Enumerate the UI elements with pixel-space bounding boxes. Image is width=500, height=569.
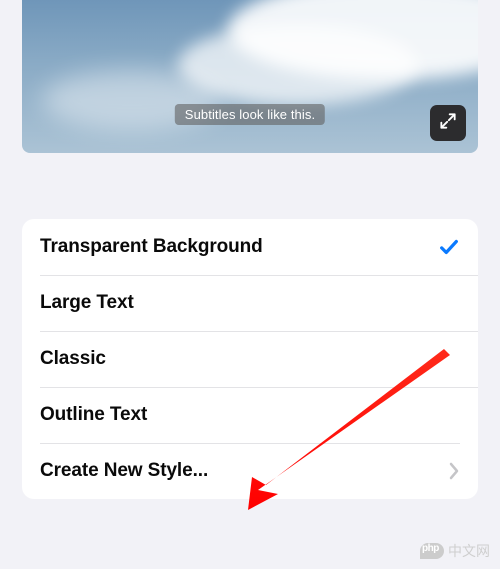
create-new-style-button[interactable]: Create New Style... <box>22 443 478 499</box>
style-option-label: Classic <box>40 348 106 370</box>
expand-icon <box>438 111 458 136</box>
watermark: 中文网 <box>420 541 490 561</box>
style-option-label: Outline Text <box>40 404 147 426</box>
style-option-classic[interactable]: Classic <box>22 331 478 387</box>
style-option-label: Transparent Background <box>40 236 263 258</box>
watermark-logo <box>420 543 444 559</box>
chevron-right-icon <box>448 462 460 480</box>
checkmark-icon <box>438 236 460 258</box>
style-option-label: Large Text <box>40 292 134 314</box>
subtitle-sample-text: Subtitles look like this. <box>175 104 325 125</box>
subtitle-preview: Subtitles look like this. <box>22 0 478 153</box>
style-list: Transparent Background Large Text Classi… <box>22 219 478 499</box>
watermark-text: 中文网 <box>448 541 490 561</box>
style-option-large-text[interactable]: Large Text <box>22 275 478 331</box>
style-option-outline-text[interactable]: Outline Text <box>22 387 478 443</box>
expand-button[interactable] <box>430 105 466 141</box>
create-new-style-label: Create New Style... <box>40 460 208 482</box>
style-option-transparent-background[interactable]: Transparent Background <box>22 219 478 275</box>
